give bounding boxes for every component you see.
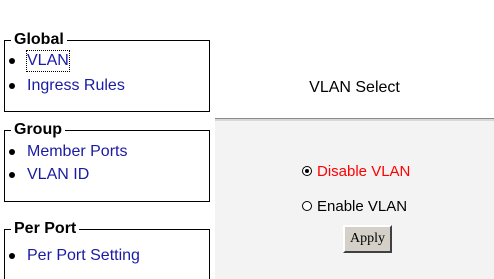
enable-vlan-option[interactable]: Enable VLAN bbox=[302, 196, 407, 216]
bullet-icon bbox=[9, 83, 15, 89]
content-frame: VLAN Select Disable VLAN Enable VLAN App… bbox=[215, 0, 494, 279]
nav-item-vlan-id[interactable]: VLAN ID bbox=[7, 164, 89, 186]
left-nav-frame: Global VLAN Ingress Rules Group Member P… bbox=[0, 0, 215, 279]
bullet-icon bbox=[9, 172, 15, 178]
apply-button[interactable]: Apply bbox=[343, 225, 392, 253]
nav-item-vlan[interactable]: VLAN bbox=[7, 50, 70, 72]
nav-group-per-port: Per Port Per Port Setting bbox=[4, 220, 210, 279]
nav-group-title-group: Group bbox=[11, 121, 65, 139]
page: Global VLAN Ingress Rules Group Member P… bbox=[0, 0, 494, 279]
vlan-select-form: Disable VLAN Enable VLAN Apply bbox=[215, 121, 494, 279]
disable-vlan-label: Disable VLAN bbox=[317, 162, 411, 180]
disable-vlan-option[interactable]: Disable VLAN bbox=[302, 161, 410, 181]
bullet-icon bbox=[9, 58, 15, 64]
bullet-icon bbox=[9, 253, 15, 259]
nav-link-per-port-setting[interactable]: Per Port Setting bbox=[27, 246, 140, 266]
nav-group-group: Group Member Ports VLAN ID bbox=[4, 121, 210, 202]
enable-vlan-radio[interactable] bbox=[302, 201, 312, 211]
bullet-icon bbox=[9, 149, 15, 155]
nav-link-member-ports[interactable]: Member Ports bbox=[27, 142, 127, 162]
disable-vlan-radio[interactable] bbox=[302, 166, 312, 176]
page-title: VLAN Select bbox=[309, 79, 400, 96]
nav-group-title-per-port: Per Port bbox=[11, 220, 80, 238]
nav-group-title-global: Global bbox=[11, 31, 67, 49]
nav-item-ingress-rules[interactable]: Ingress Rules bbox=[7, 75, 125, 97]
nav-link-ingress-rules[interactable]: Ingress Rules bbox=[27, 76, 125, 96]
nav-link-vlan[interactable]: VLAN bbox=[26, 50, 70, 72]
nav-link-vlan-id[interactable]: VLAN ID bbox=[27, 165, 89, 185]
nav-group-global: Global VLAN Ingress Rules bbox=[4, 31, 210, 112]
enable-vlan-label: Enable VLAN bbox=[317, 197, 408, 215]
nav-item-member-ports[interactable]: Member Ports bbox=[7, 141, 127, 163]
nav-item-per-port-setting[interactable]: Per Port Setting bbox=[7, 245, 140, 267]
title-bar: VLAN Select bbox=[215, 61, 494, 119]
